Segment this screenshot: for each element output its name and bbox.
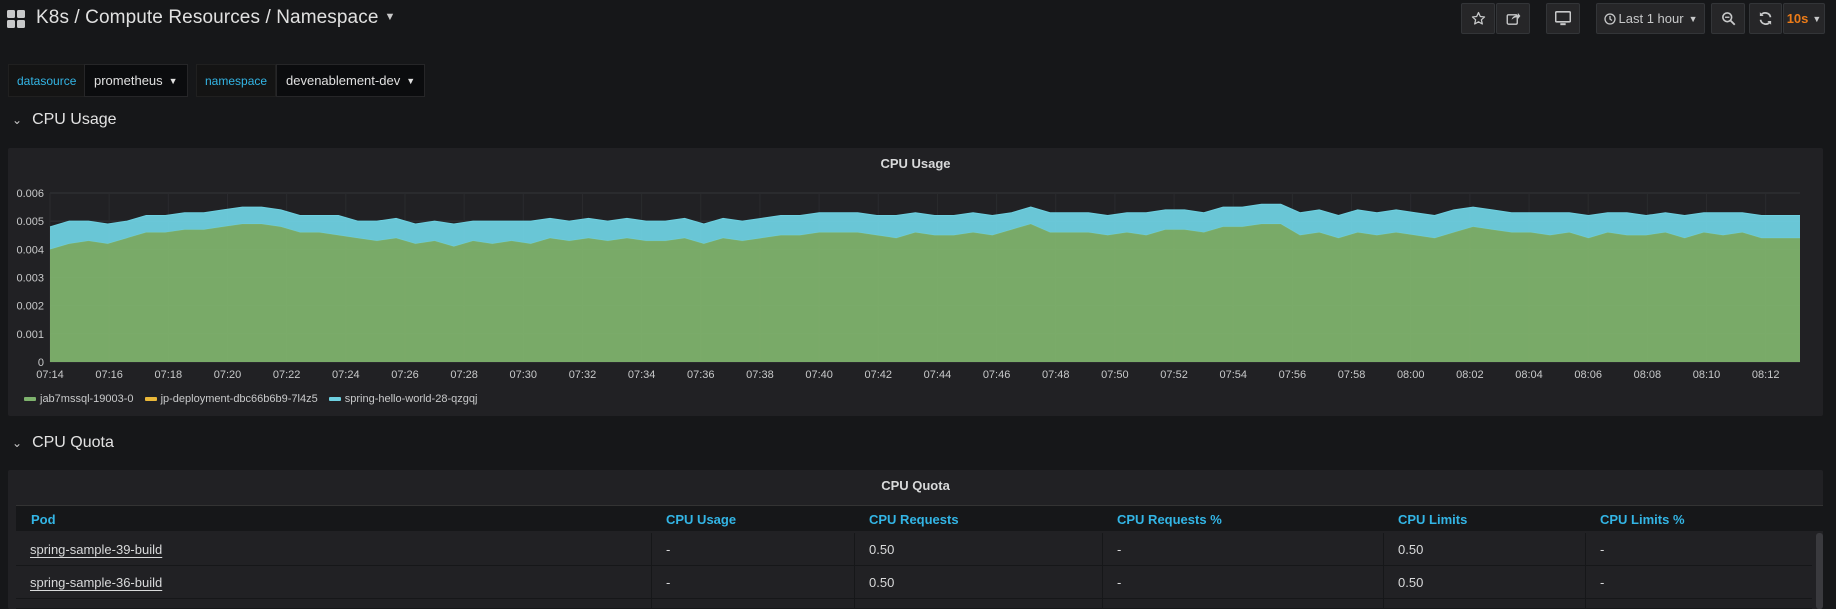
table-cell	[652, 599, 855, 609]
row-header-cpu-quota[interactable]: ⌄ CPU Quota	[12, 434, 114, 452]
table-row: spring-sample-39-build - 0.50 - 0.50 -	[16, 533, 1812, 566]
table-cell	[16, 599, 652, 609]
x-tick-label: 07:50	[1101, 369, 1129, 381]
y-tick-label: 0	[38, 357, 44, 369]
x-tick-label: 07:34	[628, 369, 656, 381]
x-tick-label: 08:08	[1634, 369, 1662, 381]
x-tick-label: 07:32	[569, 369, 597, 381]
table-cell: 0.50	[855, 566, 1103, 599]
legend-item[interactable]: spring-hello-world-28-qzgqj	[328, 393, 478, 405]
x-tick-label: 07:58	[1338, 369, 1366, 381]
x-tick-label: 07:52	[1160, 369, 1188, 381]
x-tick-label: 08:06	[1574, 369, 1602, 381]
x-tick-label: 08:04	[1515, 369, 1543, 381]
x-tick-label: 07:24	[332, 369, 360, 381]
table-cell	[855, 599, 1103, 609]
table-cell: 0.50	[1384, 566, 1586, 599]
table-scrollbar[interactable]	[1816, 533, 1823, 609]
column-header-cpu-usage[interactable]: CPU Usage	[666, 512, 736, 527]
legend-label: spring-hello-world-28-qzgqj	[344, 393, 478, 405]
legend-swatch	[328, 397, 341, 401]
column-header-cpu-limits[interactable]: CPU Limits	[1398, 512, 1467, 527]
x-tick-label: 07:44	[924, 369, 952, 381]
x-tick-label: 07:14	[36, 369, 64, 381]
legend-swatch	[24, 397, 36, 401]
x-tick-label: 07:46	[983, 369, 1011, 381]
table-cell: -	[1103, 566, 1384, 599]
x-tick-label: 08:00	[1397, 369, 1425, 381]
y-tick-label: 0.003	[16, 273, 44, 285]
table-cell	[1103, 599, 1384, 609]
x-tick-label: 08:10	[1693, 369, 1721, 381]
x-tick-label: 07:38	[746, 369, 774, 381]
x-tick-label: 07:16	[95, 369, 123, 381]
x-tick-label: 07:42	[864, 369, 892, 381]
x-tick-label: 08:12	[1752, 369, 1780, 381]
chart-legend: jab7mssql-19003-0 jp-deployment-dbc66b6b…	[24, 393, 488, 405]
legend-item[interactable]: jab7mssql-19003-0	[24, 393, 134, 405]
y-tick-label: 0.006	[16, 188, 44, 200]
column-header-cpu-requests-pct[interactable]: CPU Requests %	[1117, 512, 1222, 527]
column-header-cpu-limits-pct[interactable]: CPU Limits %	[1600, 512, 1685, 527]
x-tick-label: 07:18	[155, 369, 183, 381]
x-tick-label: 07:36	[687, 369, 715, 381]
pod-name-link[interactable]: spring-sample-36-build	[16, 566, 652, 599]
legend-item[interactable]: jp-deployment-dbc66b6b9-7l4z5	[144, 393, 318, 405]
panel-title[interactable]: CPU Quota	[8, 478, 1823, 493]
table-row	[16, 599, 1812, 609]
table-cell: -	[1103, 533, 1384, 566]
y-tick-label: 0.005	[16, 216, 44, 228]
y-tick-label: 0.004	[16, 244, 44, 256]
series-area	[50, 223, 1800, 362]
table-cell: 0.50	[1384, 533, 1586, 566]
x-tick-label: 07:48	[1042, 369, 1070, 381]
x-tick-label: 07:54	[1219, 369, 1247, 381]
table-cell: -	[1600, 575, 1605, 590]
table-cell: -	[652, 566, 855, 599]
column-header-cpu-requests[interactable]: CPU Requests	[869, 512, 959, 527]
table-row: spring-sample-36-build - 0.50 - 0.50 -	[16, 566, 1812, 599]
x-tick-label: 07:56	[1279, 369, 1307, 381]
y-tick-label: 0.002	[16, 301, 44, 313]
table-cell: -	[652, 533, 855, 566]
column-header-pod[interactable]: Pod	[31, 512, 56, 527]
x-tick-label: 07:28	[450, 369, 478, 381]
chevron-down-icon: ⌄	[12, 436, 23, 450]
legend-label: jab7mssql-19003-0	[40, 393, 134, 405]
legend-label: jp-deployment-dbc66b6b9-7l4z5	[160, 393, 318, 405]
x-tick-label: 07:26	[391, 369, 419, 381]
table-cell	[1384, 599, 1586, 609]
x-tick-label: 07:40	[805, 369, 833, 381]
x-tick-label: 07:20	[214, 369, 242, 381]
x-tick-label: 07:30	[510, 369, 538, 381]
y-tick-label: 0.001	[16, 329, 44, 341]
x-tick-label: 07:22	[273, 369, 301, 381]
pod-name-link[interactable]: spring-sample-39-build	[16, 533, 652, 566]
table-cell	[1586, 599, 1812, 609]
row-title: CPU Quota	[32, 434, 114, 451]
legend-swatch	[144, 397, 157, 401]
table-header: Pod CPU Usage CPU Requests CPU Requests …	[16, 505, 1823, 531]
table-cell: -	[1600, 542, 1605, 557]
table-cell: 0.50	[855, 533, 1103, 566]
x-tick-label: 08:02	[1456, 369, 1484, 381]
